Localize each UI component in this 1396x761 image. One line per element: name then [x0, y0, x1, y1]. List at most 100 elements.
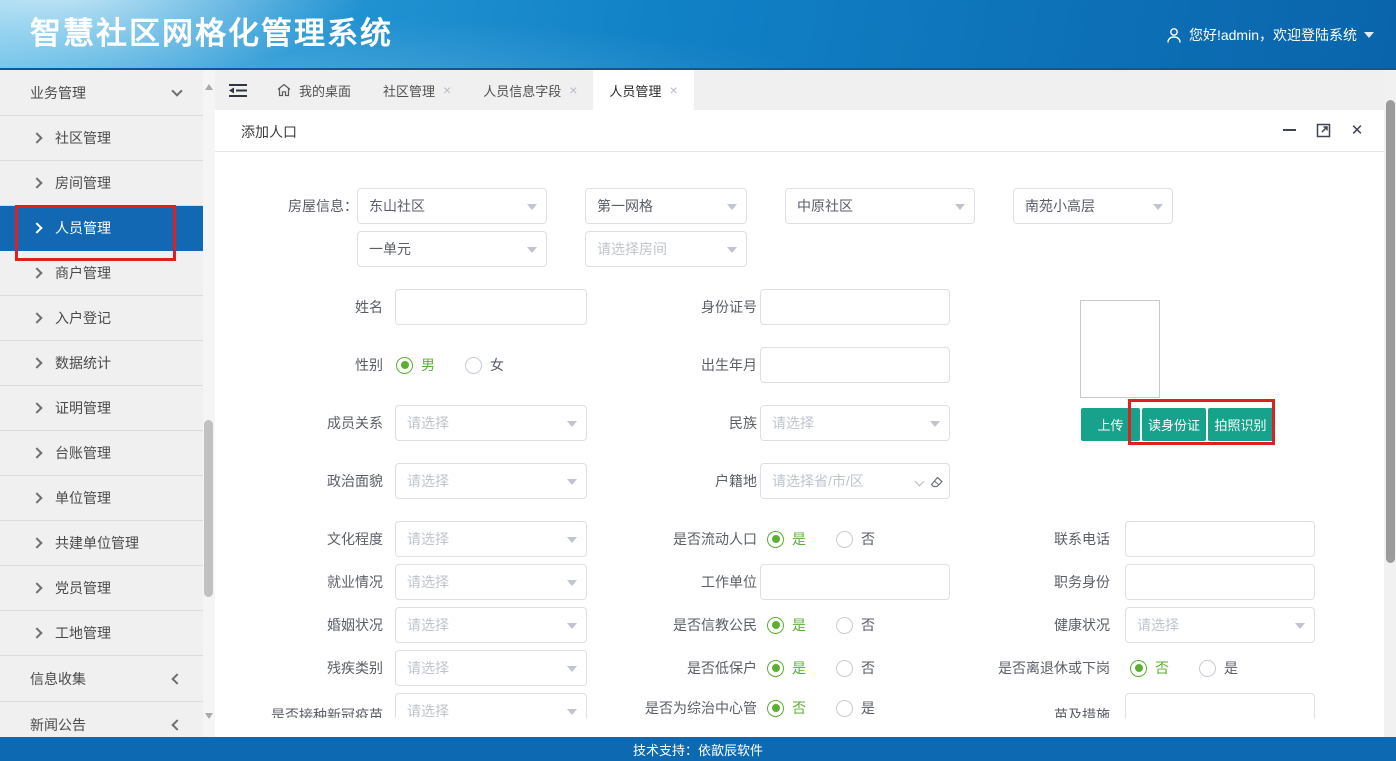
- close-icon[interactable]: ×: [569, 83, 577, 97]
- scroll-up-icon[interactable]: [205, 80, 213, 90]
- marital-select[interactable]: 请选择: [395, 607, 587, 643]
- radio-lowincome-yes[interactable]: [767, 660, 784, 677]
- sidebar-item-worksite[interactable]: 工地管理: [0, 611, 203, 656]
- close-icon[interactable]: ×: [669, 83, 677, 97]
- ethnic-select[interactable]: 请选择: [760, 405, 950, 441]
- footer-text: 技术支持：依歆辰软件: [633, 740, 763, 759]
- name-label: 姓名: [215, 289, 383, 325]
- clear-eraser-icon[interactable]: [928, 473, 945, 493]
- minimize-icon[interactable]: [1280, 121, 1298, 139]
- radio-female[interactable]: [465, 357, 482, 374]
- tab-person-fields[interactable]: 人员信息字段 ×: [467, 70, 593, 110]
- chevron-right-icon: [31, 627, 42, 638]
- chevron-right-icon: [31, 312, 42, 323]
- zongzhi-radio-group: 否 是: [767, 690, 905, 718]
- political-label: 政治面貌: [215, 463, 383, 499]
- sidebar-item-room[interactable]: 房间管理: [0, 161, 203, 206]
- idcard-input[interactable]: [760, 289, 950, 325]
- caret-down-icon: [1153, 204, 1163, 215]
- sidebar-item-personnel[interactable]: 人员管理: [0, 206, 203, 251]
- radio-lowincome-no[interactable]: [836, 660, 853, 677]
- relation-select[interactable]: 请选择: [395, 405, 587, 441]
- radio-retire-no[interactable]: [1130, 660, 1147, 677]
- tab-my-desktop[interactable]: 我的桌面: [261, 70, 367, 110]
- add-person-form: 房屋信息： 东山社区 第一网格 中原社区 南苑小高层 一单元 请选择房间 姓名 …: [215, 152, 1384, 718]
- read-idcard-button[interactable]: 读身份证: [1142, 408, 1206, 441]
- chevron-left-icon: [171, 673, 182, 684]
- health-select[interactable]: 请选择: [1125, 607, 1315, 643]
- duty-label: 职务身份: [960, 564, 1110, 600]
- grid-select[interactable]: 第一网格: [585, 188, 747, 224]
- sidebar-scrollbar[interactable]: [203, 70, 215, 737]
- main-scrollbar[interactable]: [1384, 70, 1396, 737]
- workplace-input[interactable]: [760, 564, 950, 600]
- workplace-label: 工作单位: [607, 564, 757, 600]
- gender-radio-group: 男 女: [396, 347, 534, 383]
- floating-label: 是否流动人口: [607, 521, 757, 557]
- disability-select[interactable]: 请选择: [395, 650, 587, 686]
- footer: 技术支持：依歆辰软件: [0, 737, 1396, 761]
- measures-input[interactable]: [1125, 693, 1315, 718]
- tab-person-mgmt[interactable]: 人员管理 ×: [593, 70, 693, 110]
- education-label: 文化程度: [215, 521, 383, 557]
- sidebar-item-community[interactable]: 社区管理: [0, 116, 203, 161]
- room-select[interactable]: 请选择房间: [585, 231, 747, 267]
- sidebar-item-party-member[interactable]: 党员管理: [0, 566, 203, 611]
- radio-religion-no[interactable]: [836, 617, 853, 634]
- caret-down-icon: [567, 709, 577, 718]
- app-title: 智慧社区网格化管理系统: [30, 8, 393, 53]
- duty-input[interactable]: [1125, 564, 1315, 600]
- sidebar-item-unit[interactable]: 单位管理: [0, 476, 203, 521]
- app-window: 智慧社区网格化管理系统 您好!admin，欢迎登陆系统 业务管理 社区管理 房间…: [0, 0, 1396, 761]
- sidebar-item-statistics[interactable]: 数据统计: [0, 341, 203, 386]
- caret-down-icon: [527, 247, 537, 258]
- sidebar-item-coop-unit[interactable]: 共建单位管理: [0, 521, 203, 566]
- main-scrollbar-thumb[interactable]: [1386, 100, 1395, 563]
- village-select[interactable]: 中原社区: [785, 188, 975, 224]
- upload-button[interactable]: 上传: [1081, 408, 1140, 441]
- radio-male[interactable]: [396, 357, 413, 374]
- caret-down-icon: [955, 204, 965, 215]
- vaccine-select[interactable]: 请选择: [395, 693, 587, 718]
- camera-recognize-button[interactable]: 拍照识别: [1208, 408, 1273, 441]
- community-select[interactable]: 东山社区: [357, 188, 547, 224]
- close-window-icon[interactable]: ✕: [1348, 121, 1366, 139]
- sidebar-item-ledger[interactable]: 台账管理: [0, 431, 203, 476]
- tab-community-mgmt[interactable]: 社区管理 ×: [367, 70, 467, 110]
- region-cascader[interactable]: 请选择省/市/区: [760, 463, 950, 499]
- chevron-right-icon: [31, 267, 42, 278]
- sidebar-item-merchant[interactable]: 商户管理: [0, 251, 203, 296]
- employment-label: 就业情况: [215, 564, 383, 600]
- name-input[interactable]: [395, 289, 587, 325]
- sidebar-item-certificate[interactable]: 证明管理: [0, 386, 203, 431]
- chevron-right-icon: [31, 132, 42, 143]
- health-label: 健康状况: [960, 607, 1110, 643]
- radio-retire-yes[interactable]: [1199, 660, 1216, 677]
- unit-select[interactable]: 一单元: [357, 231, 547, 267]
- political-select[interactable]: 请选择: [395, 463, 587, 499]
- home-icon: [277, 83, 291, 97]
- radio-religion-yes[interactable]: [767, 617, 784, 634]
- sidebar-section-business[interactable]: 业务管理: [0, 70, 203, 116]
- sidebar-section-news[interactable]: 新闻公告: [0, 702, 203, 737]
- maximize-icon[interactable]: [1314, 121, 1332, 139]
- sidebar-section-info-collect[interactable]: 信息收集: [0, 656, 203, 702]
- birth-input[interactable]: [760, 347, 950, 383]
- vaccine-label: 是否接种新冠疫苗: [215, 697, 383, 718]
- user-menu[interactable]: 您好!admin，欢迎登陆系统: [1166, 0, 1374, 70]
- employment-select[interactable]: 请选择: [395, 564, 587, 600]
- radio-floating-yes[interactable]: [767, 531, 784, 548]
- building-select[interactable]: 南苑小高层: [1013, 188, 1173, 224]
- education-select[interactable]: 请选择: [395, 521, 587, 557]
- radio-zongzhi-no[interactable]: [767, 700, 784, 717]
- sidebar-item-household[interactable]: 入户登记: [0, 296, 203, 341]
- ethnic-label: 民族: [607, 405, 757, 441]
- close-icon[interactable]: ×: [443, 83, 451, 97]
- phone-input[interactable]: [1125, 521, 1315, 557]
- radio-zongzhi-yes[interactable]: [836, 700, 853, 717]
- sidebar-scrollbar-thumb[interactable]: [204, 420, 213, 597]
- chevron-down-icon: [915, 477, 925, 487]
- scroll-down-icon[interactable]: [205, 713, 213, 723]
- collapse-sidebar-icon[interactable]: [215, 70, 261, 110]
- radio-floating-no[interactable]: [836, 531, 853, 548]
